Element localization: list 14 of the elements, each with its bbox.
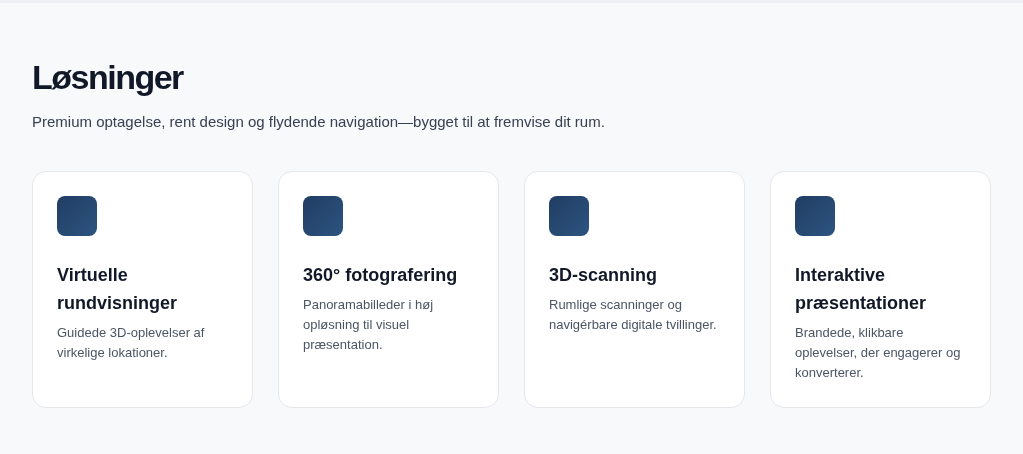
card-description: Panoramabilleder i høj opløsning til visuel præsentation. [303, 296, 435, 354]
card-description: Rumlige scanninger og navigérbare digitale tvillinger. [549, 296, 718, 334]
card-description: Guidede 3D-oplevelser af virkelige lokationer. [57, 324, 206, 362]
card-title: 360° fotografering [303, 264, 459, 287]
square-icon [57, 196, 97, 236]
card-description: Brandede, klikbare oplevelser, der engagerer og konverterer. [795, 324, 962, 382]
square-icon [549, 196, 589, 236]
section-heading: Løsninger [32, 57, 185, 98]
card-title: 3D-scanning [549, 264, 659, 287]
card-title: Interaktive præsentationer [795, 264, 928, 315]
section-subtitle: Premium optagelse, rent design og flydende navigation—bygget til at fremvise dit rum. [32, 112, 606, 132]
card-title: Virtuelle rundvisninger [57, 264, 178, 315]
square-icon [303, 196, 343, 236]
square-icon [795, 196, 835, 236]
